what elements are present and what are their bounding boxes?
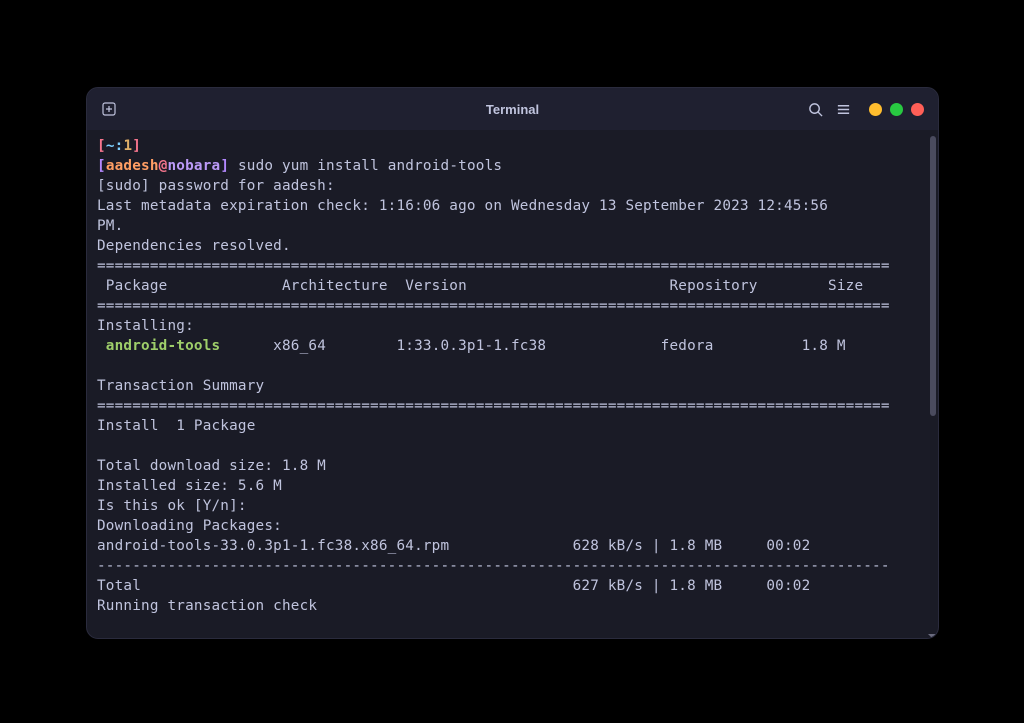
download-size: Total download size: 1.8 M	[97, 456, 928, 476]
rpm-download-line: android-tools-33.0.3p1-1.fc38.x86_64.rpm…	[97, 536, 928, 556]
blank-2	[97, 436, 928, 456]
maximize-button[interactable]	[890, 103, 903, 116]
separator-bot: ========================================…	[97, 396, 928, 416]
titlebar-left	[101, 101, 117, 117]
close-button[interactable]	[911, 103, 924, 116]
installed-size: Installed size: 5.6 M	[97, 476, 928, 496]
pm-line: PM.	[97, 216, 928, 236]
scrollbar[interactable]	[930, 136, 936, 416]
dependencies-line: Dependencies resolved.	[97, 236, 928, 256]
hamburger-menu-icon[interactable]	[835, 101, 851, 117]
transaction-summary: Transaction Summary	[97, 376, 928, 396]
package-name: android-tools	[97, 338, 273, 354]
bracket-close: ]	[132, 138, 141, 154]
titlebar-right	[807, 101, 924, 117]
total-line: Total 627 kB/s | 1.8 MB 00:02	[97, 576, 928, 596]
downloading-label: Downloading Packages:	[97, 516, 928, 536]
metadata-line: Last metadata expiration check: 1:16:06 …	[97, 196, 928, 216]
user: aadesh	[106, 158, 159, 174]
terminal-window: Terminal [~:1	[86, 87, 939, 639]
bracket-open: [	[97, 138, 106, 154]
command-text: sudo yum install android-tools	[229, 158, 502, 174]
package-details: x86_64 1:33.0.3p1-1.fc38 fedora 1.8 M	[273, 338, 845, 354]
bracket-open-2: [	[97, 158, 106, 174]
bracket-close-2: ]	[220, 158, 229, 174]
dash-separator: ----------------------------------------…	[97, 556, 928, 576]
new-tab-icon[interactable]	[101, 101, 117, 117]
confirm-prompt: Is this ok [Y/n]:	[97, 496, 928, 516]
minimize-button[interactable]	[869, 103, 882, 116]
blank-1	[97, 356, 928, 376]
search-icon[interactable]	[807, 101, 823, 117]
cwd-tilde: ~	[106, 138, 115, 154]
separator-top: ========================================…	[97, 256, 928, 276]
installing-label: Installing:	[97, 316, 928, 336]
prompt-line-1: [~:1]	[97, 136, 928, 156]
terminal-body[interactable]: [~:1] [aadesh@nobara] sudo yum install a…	[87, 130, 938, 638]
table-header: Package Architecture Version Repository …	[97, 276, 928, 296]
scroll-down-icon[interactable]	[928, 626, 936, 634]
running-check: Running transaction check	[97, 596, 928, 616]
titlebar: Terminal	[87, 88, 938, 130]
install-count: Install 1 Package	[97, 416, 928, 436]
hostname: nobara	[167, 158, 220, 174]
window-title: Terminal	[486, 102, 539, 117]
window-controls	[869, 103, 924, 116]
job-number: 1	[123, 138, 132, 154]
prompt-line-2: [aadesh@nobara] sudo yum install android…	[97, 156, 928, 176]
separator-mid: ========================================…	[97, 296, 928, 316]
sudo-password-line: [sudo] password for aadesh:	[97, 176, 928, 196]
package-row: android-tools x86_64 1:33.0.3p1-1.fc38 f…	[97, 336, 928, 356]
